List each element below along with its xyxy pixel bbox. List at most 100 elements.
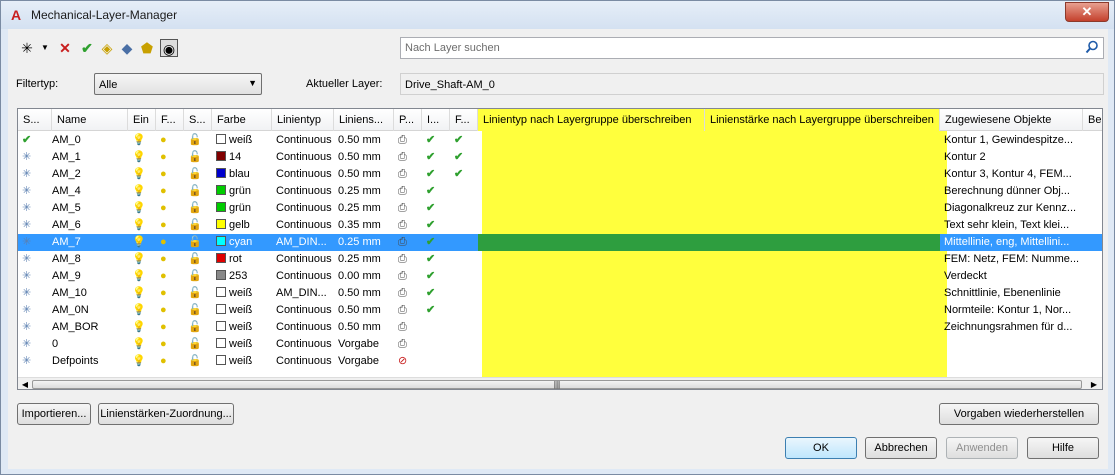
unlock-icon[interactable]: 🔓 [188, 202, 202, 214]
column-header[interactable]: P... [394, 109, 422, 131]
sun-icon[interactable]: ● [160, 338, 167, 350]
check-icon[interactable]: ✔ [454, 168, 463, 180]
layer-row[interactable]: ✳ AM_0N 💡 ● 🔓 weiß Continuous 0.50 mm ⎙ ✔ Normteil… [18, 302, 1102, 319]
unlock-icon[interactable]: 🔓 [188, 151, 202, 163]
column-header[interactable]: F... [156, 109, 184, 131]
name-cell[interactable]: AM_8 [52, 251, 124, 268]
check-icon[interactable]: ✔ [454, 151, 463, 163]
cancel-button[interactable]: Abbrechen [865, 437, 937, 459]
name-cell[interactable]: AM_2 [52, 166, 124, 183]
search-icon[interactable] [1085, 40, 1099, 54]
name-cell[interactable]: AM_7 [52, 234, 124, 251]
column-header[interactable]: S... [18, 109, 52, 131]
bulb-icon[interactable]: 💡 [132, 202, 146, 214]
layer-row[interactable]: ✳ AM_6 💡 ● 🔓 gelb Continuous 0.35 mm ⎙ ✔ Text sehr… [18, 217, 1102, 234]
layer-row[interactable]: ✳ AM_7 💡 ● 🔓 cyan AM_DIN... 0.25 mm ⎙ ✔ Mittellini… [18, 234, 1102, 251]
name-cell[interactable]: AM_10 [52, 285, 124, 302]
column-header[interactable]: Liniens... [334, 109, 394, 131]
help-button[interactable]: Hilfe [1027, 437, 1099, 459]
horizontal-scrollbar[interactable]: ◀ ||| ▶ [18, 377, 1102, 389]
name-cell[interactable]: AM_4 [52, 183, 124, 200]
name-cell[interactable]: 0 [52, 336, 124, 353]
bulb-icon[interactable]: 💡 [132, 185, 146, 197]
bulb-icon[interactable]: 💡 [132, 134, 146, 146]
sun-icon[interactable]: ● [160, 219, 167, 231]
layer-row[interactable]: ✳ AM_2 💡 ● 🔓 blau Continuous 0.50 mm ⎙ ✔ ✔ Kontur 3… [18, 166, 1102, 183]
unlock-icon[interactable]: 🔓 [188, 134, 202, 146]
set-current-icon[interactable]: ✔ [78, 39, 96, 57]
unlock-icon[interactable]: 🔓 [188, 185, 202, 197]
printer-icon[interactable]: ⎙ [398, 151, 407, 163]
layer-merge-icon[interactable]: ◆ [118, 39, 136, 57]
sun-icon[interactable]: ● [160, 134, 167, 146]
check-icon[interactable]: ✔ [426, 236, 435, 248]
name-cell[interactable]: AM_BOR [52, 319, 124, 336]
sun-icon[interactable]: ● [160, 321, 167, 333]
printer-icon[interactable]: ⎙ [398, 219, 407, 231]
printer-icon[interactable]: ⎙ [398, 168, 407, 180]
sun-icon[interactable]: ● [160, 168, 167, 180]
layer-lock-icon[interactable]: ⬟ [138, 39, 156, 57]
sun-icon[interactable]: ● [160, 304, 167, 316]
column-header[interactable]: Name [52, 109, 128, 131]
printer-icon[interactable]: ⎙ [398, 134, 407, 146]
scroll-left-icon[interactable]: ◀ [19, 379, 31, 389]
bulb-icon[interactable]: 💡 [132, 287, 146, 299]
column-header[interactable]: Zugewiesene Objekte [940, 109, 1083, 131]
lineweight-mapping-button[interactable]: Linienstärken-Zuordnung... [98, 403, 234, 425]
check-icon[interactable]: ✔ [426, 185, 435, 197]
layer-row[interactable]: ✳ 0 💡 ● 🔓 weiß Continuous Vorgabe ⎙ [18, 336, 1102, 353]
printer-icon[interactable]: ⎙ [398, 185, 407, 197]
sun-icon[interactable]: ● [160, 355, 167, 367]
bulb-icon[interactable]: 💡 [132, 270, 146, 282]
layer-row[interactable]: ✳ AM_10 💡 ● 🔓 weiß AM_DIN... 0.50 mm ⎙ ✔ Schnittli… [18, 285, 1102, 302]
restore-defaults-button[interactable]: Vorgaben wiederherstellen [939, 403, 1099, 425]
name-cell[interactable]: Defpoints [52, 353, 124, 370]
name-cell[interactable]: AM_0 [52, 132, 124, 149]
check-icon[interactable]: ✔ [426, 168, 435, 180]
scrollbar-thumb[interactable]: ||| [32, 380, 1082, 389]
bulb-icon[interactable]: 💡 [132, 151, 146, 163]
name-cell[interactable]: AM_5 [52, 200, 124, 217]
name-cell[interactable]: AM_1 [52, 149, 124, 166]
layer-view-icon[interactable]: ◉ [160, 39, 178, 57]
column-header[interactable]: Linientyp nach Layergruppe überschreiben [478, 109, 705, 131]
no-plot-icon[interactable]: ⊘ [398, 355, 407, 367]
bulb-icon[interactable]: 💡 [132, 355, 146, 367]
unlock-icon[interactable]: 🔓 [188, 253, 202, 265]
name-cell[interactable]: AM_0N [52, 302, 124, 319]
layer-group-icon[interactable]: ◈ [98, 39, 116, 57]
column-header[interactable]: I... [422, 109, 450, 131]
check-icon[interactable]: ✔ [426, 219, 435, 231]
unlock-icon[interactable]: 🔓 [188, 270, 202, 282]
layer-row[interactable]: ✳ AM_8 💡 ● 🔓 rot Continuous 0.25 mm ⎙ ✔ FEM: Netz,… [18, 251, 1102, 268]
layer-row[interactable]: ✳ AM_5 💡 ● 🔓 grün Continuous 0.25 mm ⎙ ✔ Diagonalk… [18, 200, 1102, 217]
unlock-icon[interactable]: 🔓 [188, 219, 202, 231]
name-cell[interactable]: AM_9 [52, 268, 124, 285]
check-icon[interactable]: ✔ [426, 202, 435, 214]
sun-icon[interactable]: ● [160, 185, 167, 197]
search-input[interactable]: Nach Layer suchen [400, 37, 1104, 59]
unlock-icon[interactable]: 🔓 [188, 355, 202, 367]
column-header[interactable]: Linientyp [272, 109, 334, 131]
name-cell[interactable]: AM_6 [52, 217, 124, 234]
new-layer-dropdown-icon[interactable]: ▼ [36, 39, 54, 57]
layer-row[interactable]: ✳ AM_BOR 💡 ● 🔓 weiß Continuous 0.50 mm ⎙ Zeichnun… [18, 319, 1102, 336]
import-button[interactable]: Importieren... [17, 403, 91, 425]
apply-button[interactable]: Anwenden [946, 437, 1018, 459]
unlock-icon[interactable]: 🔓 [188, 304, 202, 316]
printer-icon[interactable]: ⎙ [398, 236, 407, 248]
ok-button[interactable]: OK [785, 437, 857, 459]
sun-icon[interactable]: ● [160, 202, 167, 214]
check-icon[interactable]: ✔ [454, 134, 463, 146]
printer-icon[interactable]: ⎙ [398, 287, 407, 299]
printer-icon[interactable]: ⎙ [398, 321, 407, 333]
column-header[interactable]: Farbe [212, 109, 272, 131]
sun-icon[interactable]: ● [160, 287, 167, 299]
printer-icon[interactable]: ⎙ [398, 253, 407, 265]
layer-row[interactable]: ✳ AM_4 💡 ● 🔓 grün Continuous 0.25 mm ⎙ ✔ Berechnun… [18, 183, 1102, 200]
printer-icon[interactable]: ⎙ [398, 338, 407, 350]
column-header[interactable]: Linienstärke nach Layergruppe überschrei… [705, 109, 940, 131]
unlock-icon[interactable]: 🔓 [188, 287, 202, 299]
delete-layer-icon[interactable]: ✕ [56, 39, 74, 57]
